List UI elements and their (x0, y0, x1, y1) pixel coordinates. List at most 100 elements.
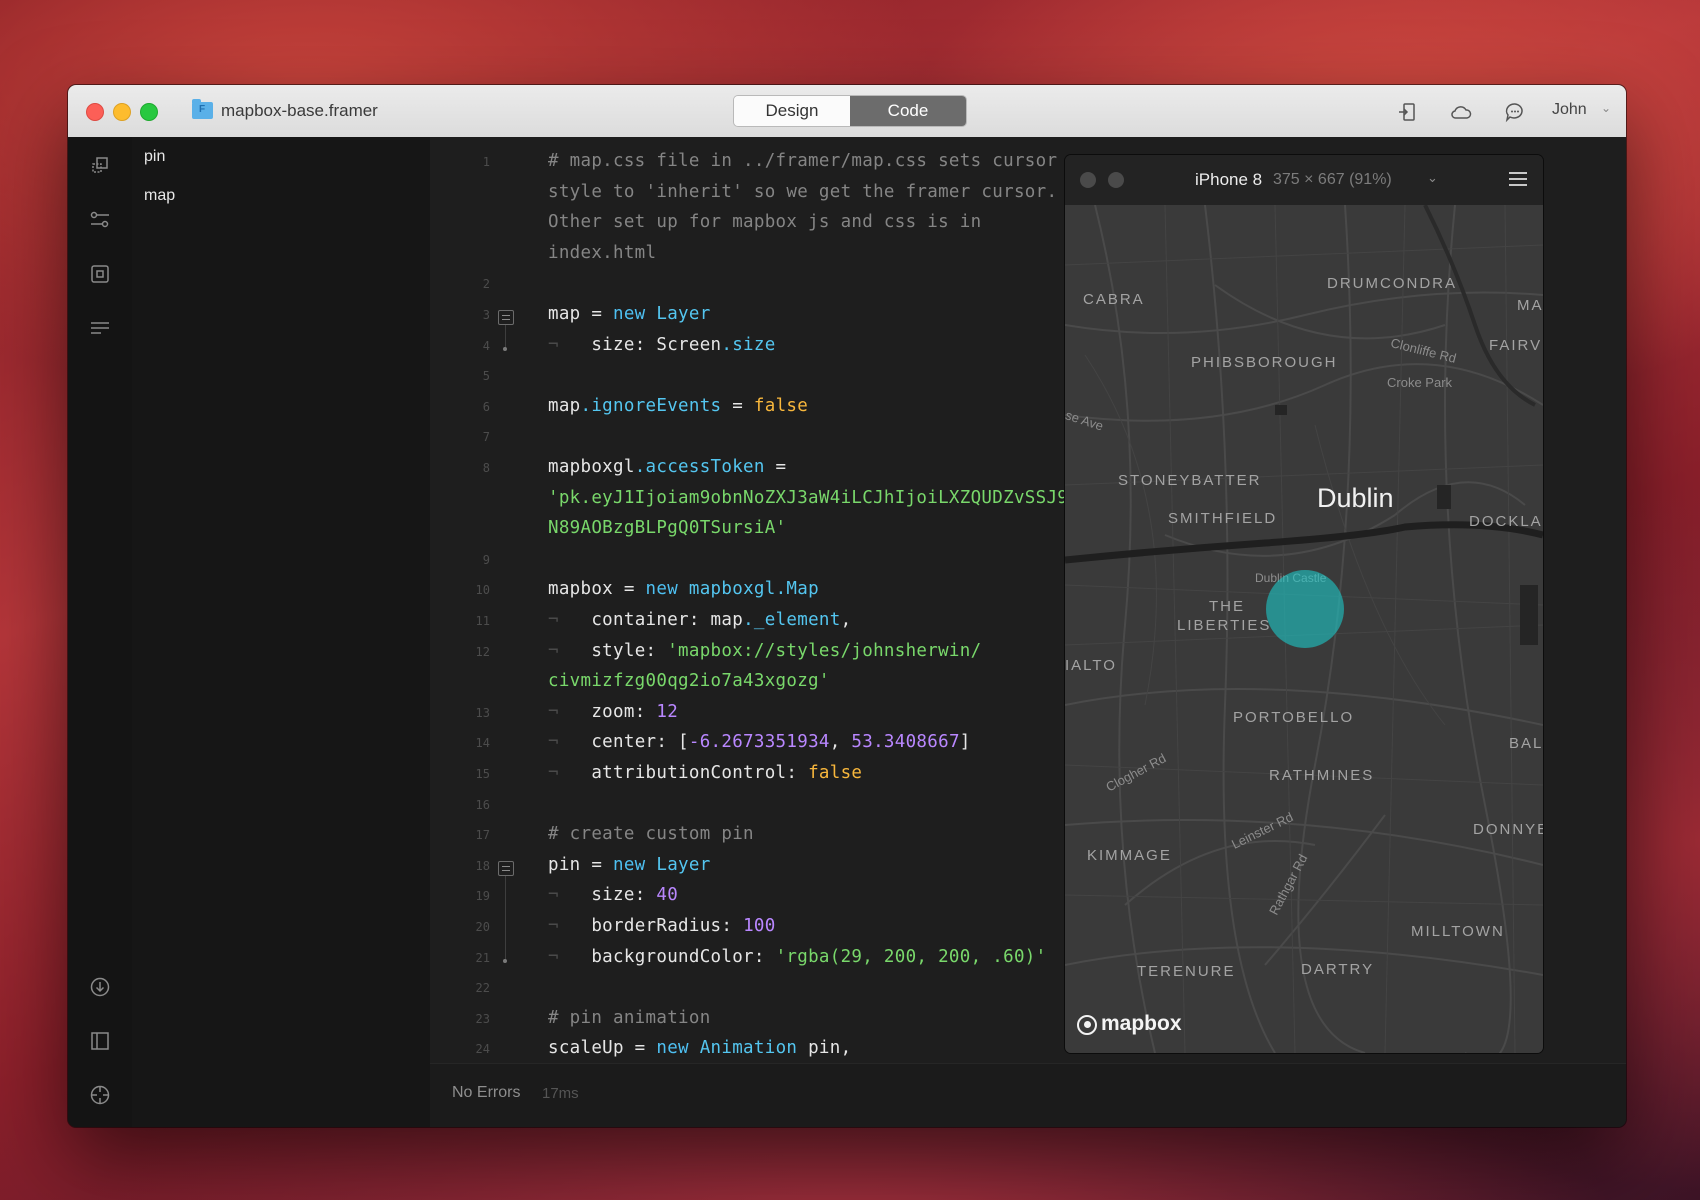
code-line[interactable]: # create custom pin (548, 824, 1078, 844)
code-line[interactable]: map = new Layer (548, 304, 1078, 324)
map-label: PHIBSBOROUGH (1191, 354, 1338, 371)
code-line[interactable]: # pin animation (548, 1008, 1078, 1028)
code-line[interactable]: Other set up for mapbox js and css is in (548, 212, 1078, 232)
chevron-down-icon[interactable]: ⌄ (1601, 101, 1611, 115)
map-label: STONEYBATTER (1118, 472, 1262, 489)
layer-item-pin[interactable]: pin (144, 148, 165, 166)
line-number: 23 (475, 1011, 490, 1026)
code-line[interactable]: style to 'inherit' so we get the framer … (548, 182, 1078, 202)
code-line[interactable]: pin = new Layer (548, 855, 1078, 875)
file-name: mapbox-base.framer (221, 101, 378, 120)
map-pin[interactable] (1266, 570, 1344, 648)
line-number: 1 (482, 155, 490, 169)
comment-icon[interactable] (1504, 101, 1526, 123)
line-number: 9 (482, 552, 490, 567)
code-line[interactable]: ¬ backgroundColor: 'rgba(29, 200, 200, .… (548, 947, 1078, 967)
code-line[interactable]: ¬ borderRadius: 100 (548, 916, 1078, 936)
mapbox-icon (1077, 1015, 1097, 1035)
download-icon[interactable] (89, 976, 111, 998)
zoom-window-button[interactable] (140, 103, 158, 121)
fold-guide (505, 875, 506, 960)
mode-switch: Design Code (733, 95, 967, 127)
status-bar: No Errors 17ms (430, 1063, 1626, 1127)
device-icon[interactable] (1397, 101, 1419, 123)
hamburger-menu-icon[interactable] (1509, 172, 1527, 187)
line-number: 19 (475, 889, 490, 904)
map-label: DARTRY (1301, 961, 1375, 978)
map-view[interactable]: CABRA DRUMCONDRA MAR FAIRV PHIBSBOROUGH … (1065, 205, 1543, 1053)
map-label: PORTOBELLO (1233, 709, 1355, 726)
city-label: Dublin (1317, 483, 1394, 513)
fold-toggle-icon[interactable] (498, 310, 514, 325)
fold-toggle-icon[interactable] (498, 860, 514, 876)
map-label: MAR (1517, 297, 1543, 314)
map-label: THE (1209, 598, 1245, 615)
text-icon[interactable] (89, 317, 111, 339)
code-line[interactable]: mapbox = new mapboxgl.Map (548, 579, 1078, 599)
user-menu[interactable]: John (1552, 101, 1587, 119)
frame-icon[interactable] (89, 263, 111, 285)
map-label: FAIRV (1489, 337, 1543, 354)
cloud-icon[interactable] (1450, 101, 1472, 123)
map-label: MILLTOWN (1411, 923, 1505, 940)
code-line[interactable]: ¬ container: map._element, (548, 610, 1078, 630)
framer-file-glyph: F (199, 104, 206, 115)
line-number: 4 (482, 338, 490, 353)
line-number: 12 (475, 644, 490, 659)
map-label: CABRA (1083, 291, 1145, 308)
fold-guide (505, 325, 506, 348)
chevron-down-icon[interactable]: ⌄ (1427, 170, 1438, 186)
line-number: 18 (475, 858, 490, 873)
status-errors: No Errors (452, 1084, 521, 1101)
line-number: 10 (475, 583, 490, 598)
code-line[interactable]: mapboxgl.accessToken = (548, 457, 1078, 477)
tab-code[interactable]: Code (850, 96, 966, 126)
code-line[interactable]: ¬ attributionControl: false (548, 763, 1078, 783)
device-dimensions[interactable]: 375 × 667 (91%) (1273, 171, 1392, 189)
line-number: 5 (482, 369, 490, 384)
device-dot[interactable] (1080, 172, 1096, 188)
code-line[interactable]: ¬ center: [-6.2673351934, 53.3408667] (548, 732, 1078, 752)
device-name[interactable]: iPhone 8 (1195, 170, 1262, 190)
properties-icon[interactable] (89, 209, 111, 231)
code-line[interactable]: ¬ zoom: 12 (548, 702, 1078, 722)
map-label: TERENURE (1137, 963, 1236, 980)
line-number: 16 (475, 797, 490, 812)
map-label: LIBERTIES (1177, 617, 1272, 634)
map-label: RATHMINES (1269, 767, 1375, 784)
map-label: DONNYE (1473, 821, 1543, 838)
code-line[interactable]: ¬ size: Screen.size (548, 335, 1078, 355)
device-toolbar: iPhone 8 375 × 667 (91%) ⌄ (1065, 155, 1543, 205)
minimize-window-button[interactable] (113, 103, 131, 121)
layers-icon[interactable] (89, 155, 111, 177)
code-line[interactable]: # map.css file in ../framer/map.css sets… (548, 151, 1078, 171)
code-line[interactable]: ¬ size: 40 (548, 885, 1078, 905)
layer-item-map[interactable]: map (144, 187, 175, 205)
panel-icon[interactable] (89, 1030, 111, 1052)
code-line[interactable]: index.html (548, 243, 1078, 263)
tab-design[interactable]: Design (734, 96, 850, 126)
line-number: 21 (475, 950, 490, 965)
map-label: DOCKLA (1469, 513, 1543, 530)
device-dot[interactable] (1108, 172, 1124, 188)
code-line[interactable]: ¬ style: 'mapbox://styles/johnsherwin/ (548, 641, 1078, 661)
code-line[interactable]: scaleUp = new Animation pin, (548, 1038, 1078, 1058)
close-window-button[interactable] (86, 103, 104, 121)
street-label: Croke Park (1387, 375, 1453, 390)
code-line[interactable]: N89AOBzgBLPgQ0TSursiA' (548, 518, 1078, 538)
layers-panel: pin map (132, 137, 431, 1127)
line-number: 11 (475, 614, 490, 628)
line-number: 6 (482, 399, 490, 414)
mapbox-wordmark: mapbox (1101, 1012, 1182, 1035)
device-preview: iPhone 8 375 × 667 (91%) ⌄ CABRA DRUMCON… (1065, 155, 1543, 1053)
code-line[interactable]: map.ignoreEvents = false (548, 396, 1078, 416)
code-line[interactable]: civmizfzg00qg2io7a43xgozg' (548, 671, 1078, 691)
map-label: SMITHFIELD (1168, 510, 1278, 527)
tool-rail (68, 137, 133, 1127)
target-icon[interactable] (89, 1084, 111, 1106)
line-number: 15 (475, 767, 490, 781)
line-number: 13 (475, 705, 490, 720)
map-label: IALTO (1065, 657, 1117, 674)
map-label: KIMMAGE (1087, 847, 1172, 864)
code-line[interactable]: 'pk.eyJ1Ijoiam9obnNoZXJ3aW4iLCJhIjoiLXZQ… (548, 488, 1089, 508)
